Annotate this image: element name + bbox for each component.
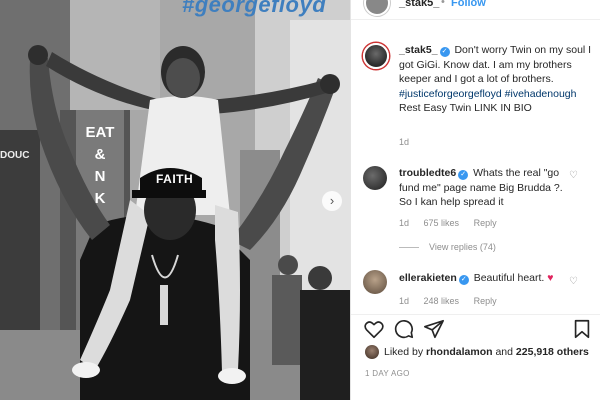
- liker-username[interactable]: rhondalamon: [426, 346, 493, 358]
- store-sign-line: K: [94, 190, 106, 207]
- comment-time: 1d: [399, 218, 410, 228]
- likes-count[interactable]: 225,918 others: [516, 346, 589, 358]
- store-sign-line: EAT: [85, 124, 115, 141]
- comment-username[interactable]: ellerakieten: [399, 272, 457, 284]
- heart-emoji-icon: ♥: [547, 272, 554, 284]
- store-sign-line: &: [94, 146, 106, 163]
- commenter-avatar[interactable]: [363, 166, 387, 190]
- comment-likes[interactable]: 248 likes: [424, 296, 460, 306]
- comment: troubledte6 ✓ Whats the real "go fund me"…: [399, 166, 569, 210]
- caption: _stak5_ ✓ Don't worry Twin on my soul I g…: [399, 43, 594, 116]
- separator-dot: •: [441, 0, 445, 8]
- caption-username[interactable]: _stak5_: [399, 44, 438, 56]
- likes-summary: Liked by rhondalamon and 225,918 others: [384, 346, 589, 358]
- likes-prefix: Liked by: [384, 346, 424, 358]
- reply-button[interactable]: Reply: [474, 218, 497, 228]
- save-icon[interactable]: [571, 318, 593, 340]
- caption-hashtag[interactable]: #ivehadenough: [505, 88, 577, 100]
- comment-meta: 1d 675 likes Reply: [399, 218, 509, 228]
- comment-meta: 1d 248 likes Reply: [399, 296, 509, 306]
- comment-likes[interactable]: 675 likes: [424, 218, 460, 228]
- comment-text: Beautiful heart.: [473, 272, 545, 284]
- post-photo[interactable]: #georgefloyd EAT & N K DOUC FAITH ›: [0, 0, 350, 400]
- like-icon[interactable]: [363, 318, 385, 340]
- next-photo-button[interactable]: ›: [322, 191, 342, 211]
- reply-button[interactable]: Reply: [474, 296, 497, 306]
- left-sign: DOUC: [0, 150, 30, 161]
- verified-icon: ✓: [458, 275, 469, 285]
- post-time: 1 DAY AGO: [365, 369, 410, 378]
- share-icon[interactable]: [423, 318, 445, 340]
- photo-hashtag-overlay: #georgefloyd: [182, 0, 327, 17]
- commenter-avatar[interactable]: [363, 270, 387, 294]
- post-header: _stak5_ • Follow: [351, 0, 600, 20]
- comment-icon[interactable]: [393, 318, 415, 340]
- follow-button[interactable]: Follow: [451, 0, 486, 9]
- caption-hashtag[interactable]: #justiceforgeorgefloyd: [399, 88, 502, 100]
- caption-text: Rest Easy Twin LINK IN BIO: [399, 102, 532, 114]
- author-avatar[interactable]: [364, 0, 390, 16]
- view-replies-button[interactable]: View replies (74): [399, 242, 496, 252]
- cap-text: FAITH: [156, 172, 194, 186]
- store-sign: EAT & N K: [80, 122, 120, 210]
- post-details-panel: _stak5_ • Follow _stak5_ ✓ Don't worry Tw…: [351, 0, 600, 400]
- like-comment-icon[interactable]: ♡: [569, 276, 578, 287]
- like-comment-icon[interactable]: ♡: [569, 170, 578, 181]
- view-replies-label: View replies (74): [429, 242, 496, 252]
- caption-time: 1d: [399, 137, 410, 147]
- comment: ellerakieten ✓ Beautiful heart. ♥: [399, 272, 554, 285]
- author-username[interactable]: _stak5_: [399, 0, 439, 9]
- liker-avatar[interactable]: [365, 345, 379, 359]
- caption-avatar[interactable]: [363, 43, 389, 69]
- verified-icon: ✓: [439, 47, 450, 57]
- verified-icon: ✓: [458, 170, 469, 180]
- replies-line: [399, 247, 419, 249]
- likes-and: and: [495, 346, 513, 358]
- comment-time: 1d: [399, 296, 410, 306]
- store-sign-line: N: [94, 168, 106, 185]
- comment-username[interactable]: troubledte6: [399, 167, 456, 179]
- divider: [351, 314, 600, 315]
- photo-illustration: [0, 0, 350, 400]
